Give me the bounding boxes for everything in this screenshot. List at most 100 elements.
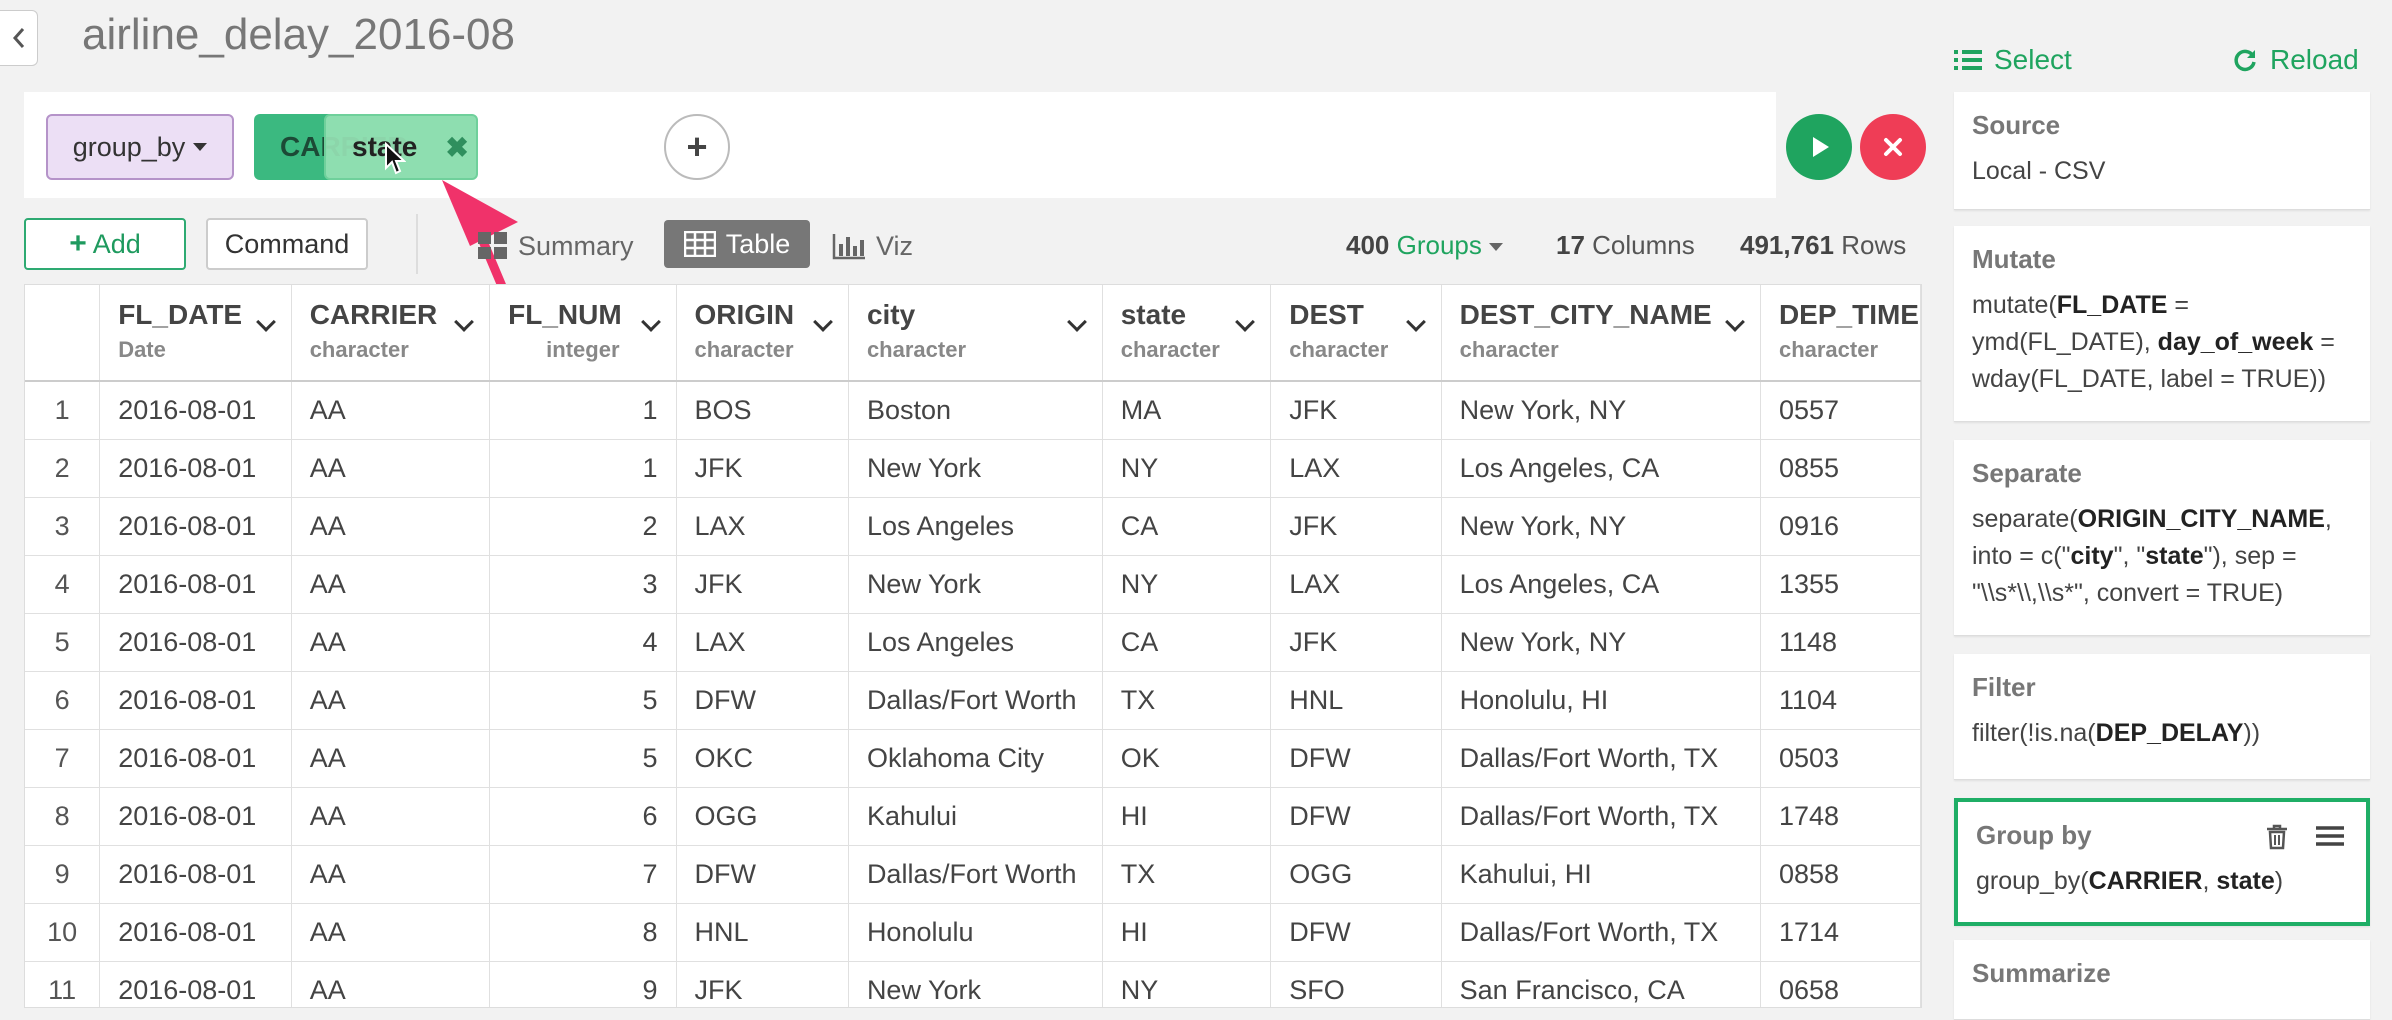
column-type: Date: [118, 337, 166, 362]
row-number: 4: [25, 555, 101, 614]
step-body: Local - CSV: [1972, 157, 2106, 185]
add-step-button[interactable]: + Add: [24, 218, 186, 270]
column-type: integer: [546, 337, 620, 362]
table-cell: DFW: [1270, 903, 1442, 962]
step-summarize[interactable]: Summarize: [1954, 940, 2370, 1020]
column-header[interactable]: DEST_CITY_NAME character: [1441, 285, 1761, 382]
tab-viz[interactable]: Viz: [832, 222, 913, 270]
command-dropdown[interactable]: group_by: [46, 114, 234, 180]
step-mutate[interactable]: Mutate mutate(FL_DATE = ymd(FL_DATE), da…: [1954, 226, 2370, 422]
table-cell: New York, NY: [1441, 613, 1761, 672]
row-number: 11: [25, 961, 101, 1007]
table-cell: Dallas/Fort Worth, TX: [1441, 787, 1761, 846]
column-type: character: [1289, 337, 1389, 362]
add-column-button[interactable]: +: [664, 114, 730, 180]
table-cell: CA: [1102, 613, 1272, 672]
table-cell: AA: [291, 903, 491, 962]
row-number: 8: [25, 787, 101, 846]
step-title: Mutate: [1972, 244, 2056, 274]
step-body: mutate(FL_DATE = ymd(FL_DATE), day_of_we…: [1972, 291, 2335, 393]
table-row: 7 2016-08-01 AA 5 OKC Oklahoma City OK DFW Dalla…: [25, 729, 1921, 788]
step-filter[interactable]: Filter filter(!is.na(DEP_DELAY)): [1954, 654, 2370, 780]
column-name: DEP_TIME: [1778, 299, 1919, 330]
tab-summary[interactable]: Summary: [478, 222, 634, 270]
table-cell: AA: [291, 613, 491, 672]
table-cell: 2016-08-01: [99, 961, 292, 1007]
table-cell: AA: [291, 961, 491, 1007]
table-cell: Honolulu: [848, 903, 1103, 962]
table-cell: DFW: [1270, 787, 1442, 846]
table-row: 10 2016-08-01 AA 8 HNL Honolulu HI DFW Dallas/Fo…: [25, 903, 1921, 962]
table-cell: 2016-08-01: [99, 787, 292, 846]
trash-icon[interactable]: [2266, 824, 2288, 850]
column-header[interactable]: DEP_TIME character: [1760, 285, 1921, 382]
chevron-left-icon: [12, 28, 24, 48]
table-cell: Dallas/Fort Worth, TX: [1441, 903, 1761, 962]
table-cell: AA: [291, 671, 491, 730]
groups-link[interactable]: Groups: [1397, 230, 1482, 260]
command-dropdown-label: group_by: [72, 131, 186, 162]
step-group-by[interactable]: Group by group_by(CARRIER, state): [1954, 798, 2370, 926]
play-icon: [1813, 137, 1829, 157]
run-button[interactable]: [1786, 114, 1852, 180]
column-header[interactable]: state character: [1102, 285, 1272, 382]
table-cell: 1748: [1760, 787, 1921, 846]
row-number-header: [25, 285, 101, 382]
step-title: Filter: [1972, 672, 2036, 702]
table-cell: HI: [1102, 787, 1272, 846]
table-row: 4 2016-08-01 AA 3 JFK New York NY LAX Los Angele…: [25, 555, 1921, 614]
column-header[interactable]: FL_NUM integer: [489, 285, 677, 382]
table-cell: LAX: [676, 613, 849, 672]
column-header[interactable]: CARRIER character: [291, 285, 491, 382]
command-button[interactable]: Command: [206, 218, 368, 270]
table-cell: SFO: [1270, 961, 1442, 1007]
summary-icon: [478, 232, 507, 259]
table-cell: 2016-08-01: [99, 439, 292, 498]
column-header[interactable]: FL_DATE Date: [99, 285, 292, 382]
table-cell: NY: [1102, 555, 1272, 614]
bar-chart-icon: [832, 234, 865, 260]
tab-table[interactable]: Table: [664, 220, 810, 268]
toolbar-divider: [416, 214, 418, 274]
groups-count[interactable]: 400 Groups: [1346, 230, 1504, 261]
close-icon[interactable]: ✖: [445, 131, 468, 164]
table-cell: Kahului: [848, 787, 1103, 846]
table-cell: DFW: [676, 671, 849, 730]
column-type: character: [1459, 337, 1559, 362]
table-cell: New York, NY: [1441, 497, 1761, 556]
row-number: 6: [25, 671, 101, 730]
table-cell: JFK: [676, 961, 849, 1007]
cancel-button[interactable]: [1860, 114, 1926, 180]
table-cell: LAX: [1270, 439, 1442, 498]
table-cell: MA: [1102, 381, 1272, 440]
step-source[interactable]: Source Local - CSV: [1954, 92, 2370, 210]
select-button[interactable]: Select: [1954, 44, 2072, 76]
rows-count-label: Rows: [1841, 230, 1907, 260]
column-name: DEST_CITY_NAME: [1459, 299, 1712, 330]
table-row: 2 2016-08-01 AA 1 JFK New York NY LAX Los Angele…: [25, 439, 1921, 498]
refresh-icon: [2234, 49, 2256, 72]
column-header[interactable]: ORIGIN character: [676, 285, 849, 382]
table-cell: 4: [489, 613, 677, 672]
column-header[interactable]: DEST character: [1270, 285, 1442, 382]
step-separate[interactable]: Separate separate(ORIGIN_CITY_NAME, into…: [1954, 440, 2370, 636]
table-cell: AA: [291, 555, 491, 614]
groups-count-value: 400: [1346, 230, 1390, 260]
table-cell: AA: [291, 787, 491, 846]
table-cell: NY: [1102, 961, 1272, 1007]
table-row: 8 2016-08-01 AA 6 OGG Kahului HI DFW Dallas/Fort…: [25, 787, 1921, 846]
back-button[interactable]: [0, 10, 38, 66]
table-cell: Los Angeles: [848, 497, 1103, 556]
table-cell: New York: [848, 555, 1103, 614]
column-type: character: [866, 337, 967, 362]
table-cell: 6: [489, 787, 677, 846]
page-title: airline_delay_2016-08: [82, 10, 515, 59]
menu-icon[interactable]: [2316, 824, 2344, 848]
table-cell: 1148: [1760, 613, 1921, 672]
table-cell: JFK: [676, 555, 849, 614]
table-cell: 1355: [1760, 555, 1921, 614]
table-cell: AA: [291, 845, 491, 904]
column-header[interactable]: city character: [848, 285, 1103, 382]
table-cell: JFK: [676, 439, 849, 498]
reload-button[interactable]: Reload: [2232, 44, 2359, 76]
